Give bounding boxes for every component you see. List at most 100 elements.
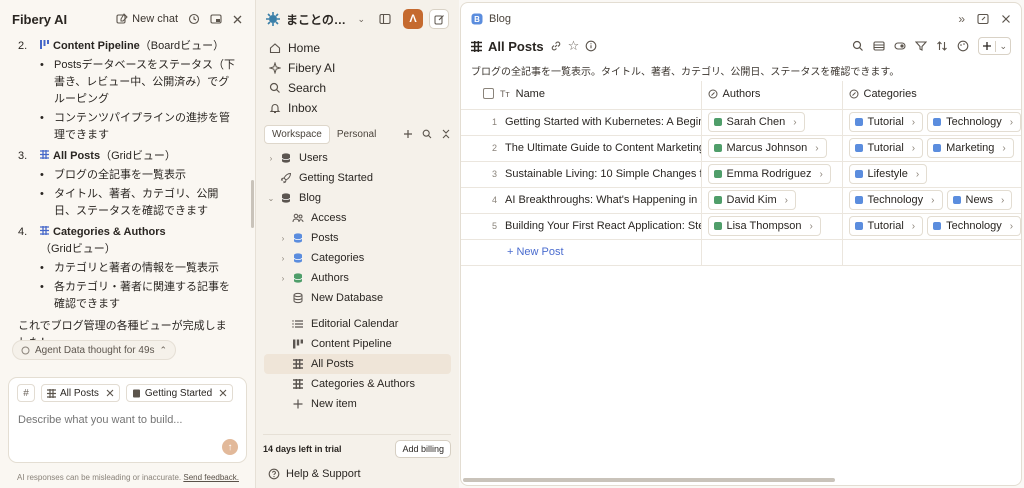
table-row[interactable]: 4 AI Breakthroughs: What's Happening in 2… [461,187,1021,214]
sidebar-toggle-icon[interactable] [379,13,391,25]
sidebar-item-users[interactable]: › Users [264,148,451,168]
fields-icon[interactable] [894,40,907,52]
column-header-categories[interactable]: Categories [842,81,1021,110]
sidebar-item-categories-authors[interactable]: Categories & Authors [264,374,451,394]
sidebar-item-authors[interactable]: › Authors [264,268,451,288]
table-row[interactable]: 1 Getting Started with Kubernetes: A Begi… [461,109,1021,136]
workspace-logo-icon[interactable] [266,12,280,26]
sidebar-item-new-item[interactable]: New item [264,394,451,414]
chevrons-right-icon[interactable]: » [958,12,965,26]
authors-cell[interactable]: Emma Rodriguez › [701,161,843,188]
tab-personal[interactable]: Personal [330,126,383,143]
send-feedback-link[interactable]: Send feedback. [183,473,239,482]
nav-home[interactable]: Home [264,38,451,58]
palette-icon[interactable] [957,40,969,52]
nav-fibery-ai[interactable]: Fibery AI [264,58,451,78]
add-billing-button[interactable]: Add billing [395,439,451,458]
ai-composer[interactable]: # All Posts Getting Started ↑ [8,377,247,463]
collapse-icon[interactable] [441,129,451,139]
user-badge[interactable]: Ʌ [403,9,423,29]
search-icon[interactable] [852,40,864,52]
tab-workspace[interactable]: Workspace [264,124,330,144]
chevron-right-icon[interactable]: › [276,234,290,243]
category-chip[interactable]: Technology › [927,112,1020,132]
chevron-down-icon[interactable]: ⌄ [995,40,1010,52]
new-chat-button[interactable]: New chat [116,13,178,25]
category-chip[interactable]: Technology › [848,190,943,210]
sidebar-item-all-posts[interactable]: All Posts [264,354,451,374]
horizontal-scrollbar[interactable] [463,478,835,482]
ai-prompt-input[interactable] [18,414,218,426]
context-chip[interactable]: Getting Started [125,384,234,402]
table-row[interactable]: 3 Sustainable Living: 10 Simple Changes f… [461,161,1021,188]
select-all-checkbox[interactable] [483,88,494,99]
categories-cell[interactable]: Tutorial › Technology › [842,213,1021,240]
category-chip[interactable]: Tutorial › [848,138,924,158]
authors-cell[interactable]: David Kim › [701,187,843,214]
filter-icon[interactable] [915,40,928,52]
categories-cell[interactable]: Tutorial › Marketing › [842,135,1021,162]
plus-icon[interactable] [403,129,413,139]
name-cell[interactable]: 4 AI Breakthroughs: What's Happening in 2… [461,187,702,214]
remove-chip-icon[interactable] [219,389,227,397]
open-window-icon[interactable] [977,13,989,25]
author-chip[interactable]: Emma Rodriguez › [707,164,831,184]
info-icon[interactable] [585,40,597,52]
sidebar-item-blog[interactable]: ⌄ Blog [264,188,451,208]
new-post-button[interactable]: + New Post [507,246,564,258]
sidebar-item-editorial-calendar[interactable]: Editorial Calendar [264,314,451,334]
chevron-right-icon[interactable]: › [276,274,290,283]
sidebar-item-posts[interactable]: › Posts [264,228,451,248]
author-chip[interactable]: Marcus Johnson › [707,138,827,158]
chevron-down-icon[interactable]: ⌄ [264,194,278,203]
sidebar-item-getting-started[interactable]: Getting Started [264,168,451,188]
column-header-name[interactable]: Tт Name [461,81,702,110]
name-cell[interactable]: 1 Getting Started with Kubernetes: A Begi… [461,109,702,136]
categories-cell[interactable]: Technology › News › [842,187,1021,214]
search-icon[interactable] [422,129,432,139]
sidebar-item-new-database[interactable]: New Database [264,288,451,308]
author-chip[interactable]: Sarah Chen › [707,112,805,132]
name-cell[interactable]: 3 Sustainable Living: 10 Simple Changes f… [461,161,702,188]
workspace-name[interactable]: まことの… [286,11,351,28]
help-support-link[interactable]: Help & Support [268,468,361,480]
nav-inbox[interactable]: Inbox [264,98,451,118]
close-icon[interactable] [232,13,243,25]
sidebar-item-content-pipeline[interactable]: Content Pipeline [264,334,451,354]
close-icon[interactable] [1001,14,1011,24]
breadcrumb[interactable]: Blog [489,13,952,25]
sidebar-item-categories[interactable]: › Categories [264,248,451,268]
category-chip[interactable]: Lifestyle › [848,164,928,184]
add-entity-button[interactable]: ⌄ [978,37,1011,55]
dock-icon[interactable] [210,13,222,25]
table-row[interactable]: 5 Building Your First React Application: … [461,213,1021,240]
category-chip[interactable]: News › [946,190,1013,210]
chevron-down-icon[interactable]: ⌄ [357,14,365,25]
layout-icon[interactable] [873,40,886,52]
chevron-right-icon[interactable]: › [264,154,278,163]
chevron-right-icon[interactable]: › [276,254,290,263]
categories-cell[interactable]: Tutorial › Technology › [842,109,1021,136]
category-chip[interactable]: Technology › [927,216,1020,236]
sidebar-item-access[interactable]: Access [264,208,451,228]
name-cell[interactable]: 5 Building Your First React Application: … [461,213,702,240]
category-chip[interactable]: Tutorial › [848,112,924,132]
ai-scrollbar[interactable] [251,180,254,228]
column-header-authors[interactable]: Authors [701,81,843,110]
category-chip[interactable]: Tutorial › [848,216,924,236]
authors-cell[interactable]: Sarah Chen › [701,109,843,136]
history-icon[interactable] [188,13,200,25]
link-icon[interactable] [550,40,562,52]
star-icon[interactable]: ☆ [568,38,580,54]
agent-thought-toggle[interactable]: Agent Data thought for 49s ⌃ [12,340,177,360]
authors-cell[interactable]: Lisa Thompson › [701,213,843,240]
name-cell[interactable]: 2 The Ultimate Guide to Content Marketing [461,135,702,162]
nav-search[interactable]: Search [264,78,451,98]
categories-cell[interactable]: Lifestyle › [842,161,1021,188]
context-chip[interactable]: All Posts [41,384,120,402]
remove-chip-icon[interactable] [106,389,114,397]
category-chip[interactable]: Marketing › [927,138,1014,158]
authors-cell[interactable]: Marcus Johnson › [701,135,843,162]
author-chip[interactable]: David Kim › [707,190,796,210]
table-row[interactable]: 2 The Ultimate Guide to Content Marketing… [461,135,1021,162]
